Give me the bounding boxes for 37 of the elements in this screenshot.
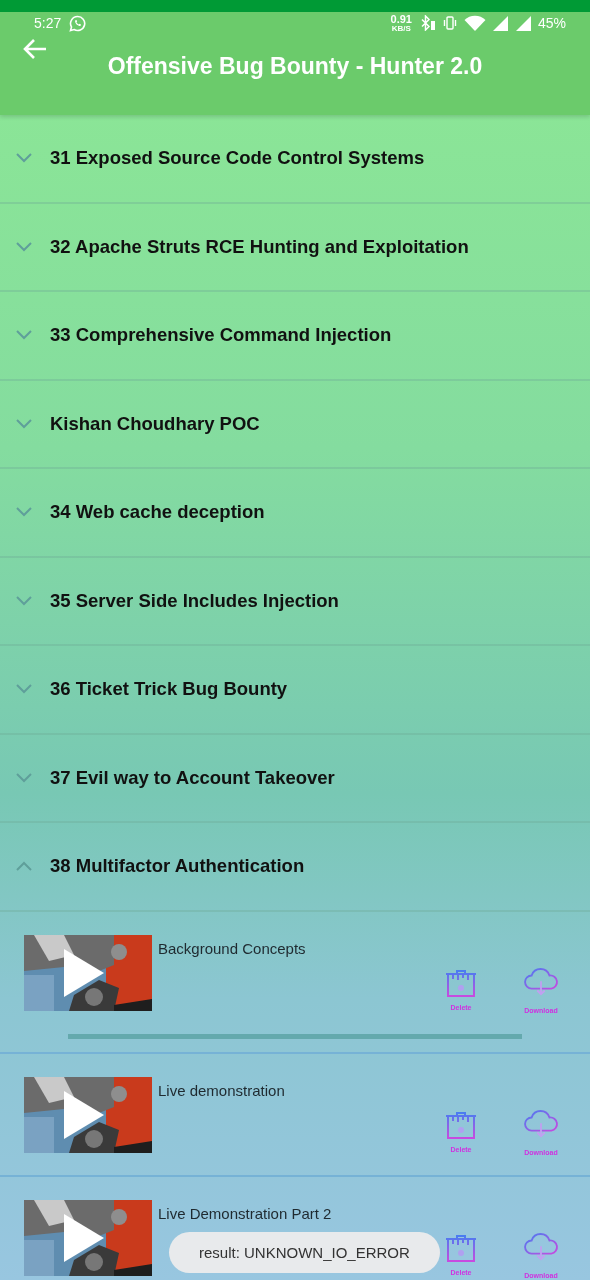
chevron-down-icon[interactable] <box>16 418 32 429</box>
play-icon[interactable] <box>64 1090 104 1139</box>
chevron-down-icon[interactable] <box>16 595 32 606</box>
chevron-down-icon[interactable] <box>16 772 32 783</box>
video-title: Live Demonstration Part 2 <box>158 1204 332 1222</box>
section-title[interactable]: Kishan Choudhary POC <box>50 412 260 435</box>
battery-percent: 45% <box>537 15 566 31</box>
video-title: Background Concepts <box>158 939 306 957</box>
chevron-down-icon[interactable] <box>16 241 32 252</box>
section-title[interactable]: 38 Multifactor Authentication <box>50 855 305 878</box>
chevron-down-icon[interactable] <box>16 507 32 518</box>
network-speed: 0.91 <box>390 13 412 25</box>
chevron-down-icon[interactable] <box>16 153 32 164</box>
video-title: Live demonstration <box>158 1081 285 1099</box>
back-arrow-icon[interactable] <box>22 38 48 60</box>
chevron-down-icon[interactable] <box>16 684 32 695</box>
vibrate-icon <box>441 15 458 31</box>
section-title[interactable]: 32 Apache Struts RCE Hunting and Exploitation <box>50 235 469 258</box>
section-title[interactable]: 36 Ticket Trick Bug Bounty <box>50 678 288 701</box>
speed-unit: KB/S <box>391 24 411 33</box>
section-title[interactable]: 35 Server Side Includes Injection <box>50 589 339 612</box>
chevron-up-icon[interactable] <box>16 861 32 872</box>
chat-icon <box>69 14 87 32</box>
signal-icon <box>491 15 509 31</box>
chevron-down-icon[interactable] <box>16 330 32 341</box>
play-icon[interactable] <box>64 948 104 997</box>
clock-time: 5:27 <box>34 15 62 31</box>
section-title[interactable]: 37 Evil way to Account Takeover <box>50 766 335 789</box>
toast-message: result: UNKNOWN_IO_ERROR <box>169 1232 440 1273</box>
app-title: Offensive Bug Bounty - Hunter 2.0 <box>107 53 483 80</box>
signal-icon <box>514 15 532 31</box>
wifi-icon <box>463 14 486 32</box>
section-title[interactable]: 34 Web cache deception <box>50 501 265 524</box>
section-title[interactable]: 31 Exposed Source Code Control Systems <box>50 147 425 170</box>
section-title[interactable]: 33 Comprehensive Command Injection <box>50 324 392 347</box>
bluetooth-icon <box>419 15 436 31</box>
play-icon[interactable] <box>64 1213 104 1262</box>
